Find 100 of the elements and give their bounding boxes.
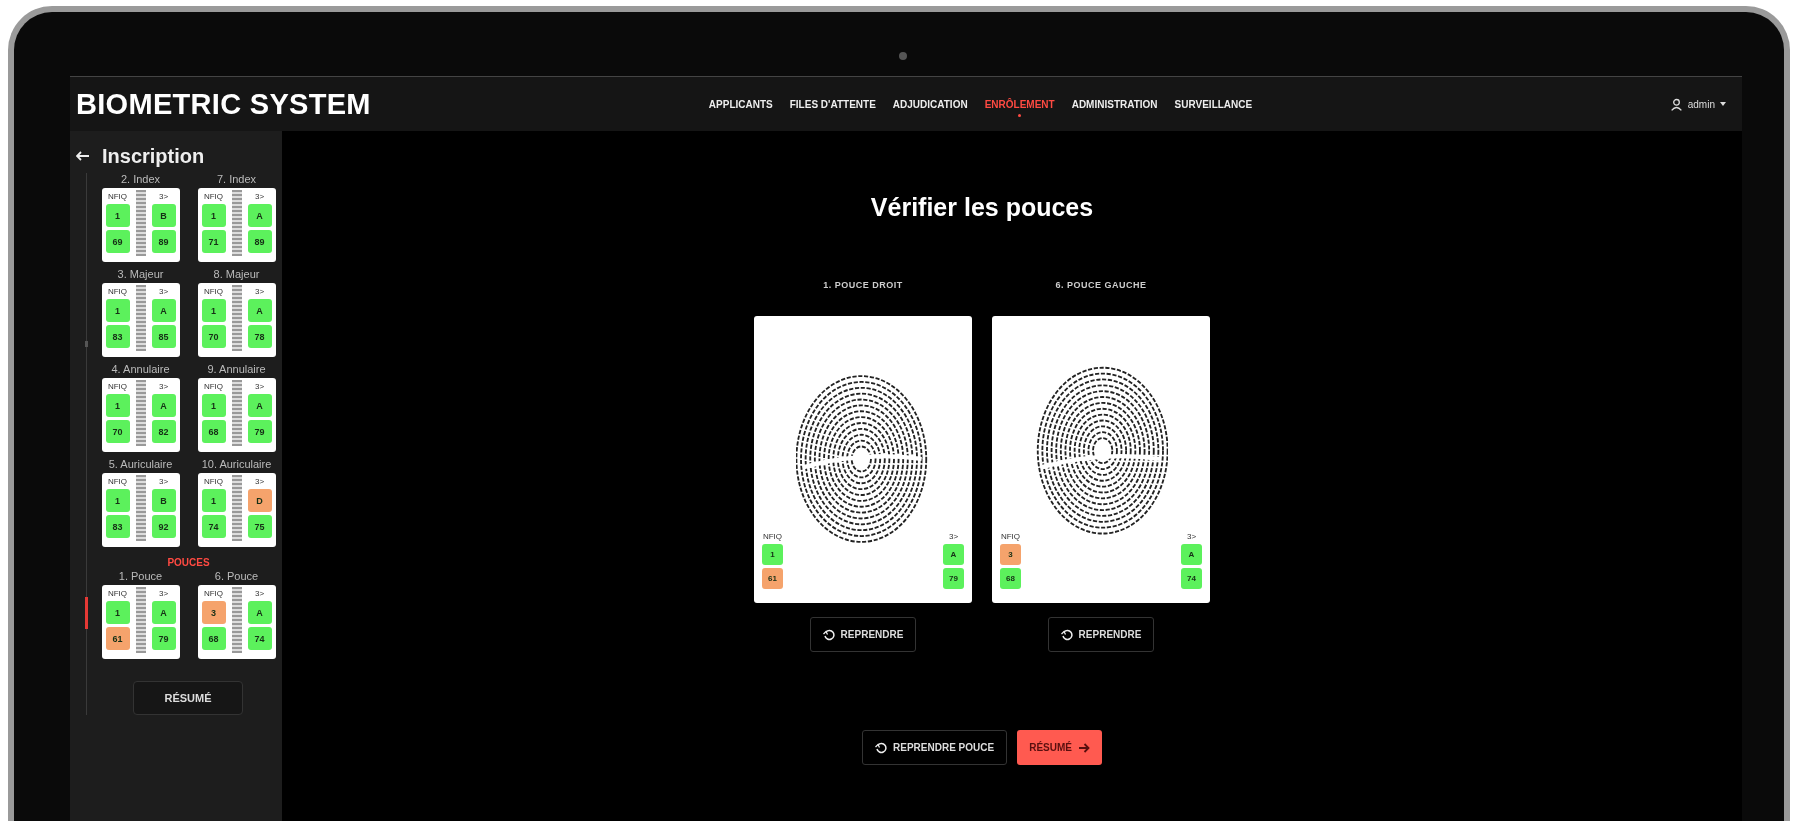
score-label: 3> bbox=[948, 532, 959, 541]
finger-label: 6. Pouce bbox=[214, 570, 259, 582]
finger-card[interactable]: NFIQ 1 70 3> A 82 bbox=[101, 378, 180, 452]
score-label: 3> bbox=[254, 589, 265, 598]
score-badge: 78 bbox=[247, 325, 272, 348]
score-label: NFIQ bbox=[203, 477, 224, 486]
score-badge: 82 bbox=[151, 420, 176, 443]
score-badge: A bbox=[151, 601, 176, 624]
score-badge: 74 bbox=[247, 627, 272, 650]
fingerprint-strip bbox=[231, 380, 242, 446]
score-label: NFIQ bbox=[1000, 532, 1021, 541]
finger-label: 8. Majeur bbox=[213, 268, 260, 280]
nav-tab[interactable]: APPLICANTS bbox=[708, 91, 773, 117]
fingerprint-strip bbox=[231, 190, 242, 256]
user-menu[interactable]: admin bbox=[1663, 96, 1732, 112]
fingerprint-strip bbox=[231, 587, 242, 653]
score-badge: 1 bbox=[201, 299, 226, 322]
score-badge: 74 bbox=[201, 515, 226, 538]
back-arrow-icon[interactable] bbox=[76, 151, 90, 161]
score-badge: 83 bbox=[105, 515, 130, 538]
retake-button[interactable]: REPRENDRE bbox=[1047, 617, 1155, 652]
score-label: NFIQ bbox=[107, 192, 128, 201]
user-icon bbox=[1669, 97, 1683, 111]
fingerprint-strip bbox=[135, 380, 146, 446]
score-badge: 61 bbox=[762, 568, 783, 589]
summary-button[interactable]: RÉSUMÉ bbox=[133, 681, 243, 715]
score-label: NFIQ bbox=[107, 382, 128, 391]
score-badge: D bbox=[247, 489, 272, 512]
retake-button[interactable]: REPRENDRE bbox=[809, 617, 917, 652]
score-badge: A bbox=[1181, 544, 1202, 565]
caret-icon bbox=[1720, 102, 1726, 106]
nav-tab[interactable]: FILES D'ATTENTE bbox=[789, 91, 876, 117]
finger-card[interactable]: NFIQ 1 71 3> A 89 bbox=[197, 188, 276, 262]
finger-label: 2. Index bbox=[120, 173, 161, 185]
score-label: 3> bbox=[158, 382, 169, 391]
score-label: NFIQ bbox=[203, 192, 224, 201]
score-label: 3> bbox=[158, 192, 169, 201]
score-badge: B bbox=[151, 204, 176, 227]
refresh-icon bbox=[875, 741, 888, 754]
fingerprint-strip bbox=[135, 475, 146, 541]
summary-button[interactable]: RÉSUMÉ bbox=[1017, 730, 1102, 765]
finger-label: 9. Annulaire bbox=[207, 363, 266, 375]
score-label: NFIQ bbox=[762, 532, 783, 541]
score-label: 3> bbox=[158, 287, 169, 296]
finger-card[interactable]: NFIQ 1 68 3> A 79 bbox=[197, 378, 276, 452]
score-badge: 1 bbox=[201, 394, 226, 417]
score-badge: 92 bbox=[151, 515, 176, 538]
nav-tab[interactable]: ENRÔLEMENT bbox=[984, 91, 1055, 117]
finger-card[interactable]: NFIQ 1 83 3> A 85 bbox=[101, 283, 180, 357]
score-badge: 74 bbox=[1181, 568, 1202, 589]
score-label: 3> bbox=[254, 477, 265, 486]
finger-label: 5. Auriculaire bbox=[108, 458, 173, 470]
retake-button[interactable]: REPRENDRE POUCE bbox=[862, 730, 1008, 765]
fingerprint-strip bbox=[135, 285, 146, 351]
score-badge: 1 bbox=[762, 544, 783, 565]
score-badge: A bbox=[247, 299, 272, 322]
score-badge: 1 bbox=[105, 299, 130, 322]
score-label: 3> bbox=[254, 192, 265, 201]
score-badge: A bbox=[943, 544, 964, 565]
score-label: NFIQ bbox=[107, 589, 128, 598]
score-badge: A bbox=[151, 394, 176, 417]
section-heading: POUCES bbox=[167, 557, 210, 568]
score-badge: 68 bbox=[1000, 568, 1021, 589]
score-badge: 75 bbox=[247, 515, 272, 538]
score-badge: 1 bbox=[201, 489, 226, 512]
score-badge: 70 bbox=[201, 325, 226, 348]
finger-label: 1. Pouce bbox=[118, 570, 163, 582]
finger-label: 4. Annulaire bbox=[111, 363, 170, 375]
finger-card[interactable]: NFIQ 1 61 3> A 79 bbox=[101, 585, 180, 659]
score-badge: A bbox=[151, 299, 176, 322]
finger-card[interactable]: NFIQ 1 74 3> D 75 bbox=[197, 473, 276, 547]
thumb-label: 6. POUCE GAUCHE bbox=[1055, 280, 1147, 290]
fingerprint-strip bbox=[231, 475, 242, 541]
score-badge: A bbox=[247, 394, 272, 417]
score-badge: 68 bbox=[201, 420, 226, 443]
score-badge: 79 bbox=[151, 627, 176, 650]
score-badge: 3 bbox=[1000, 544, 1021, 565]
score-badge: 1 bbox=[105, 204, 130, 227]
score-badge: 1 bbox=[201, 204, 226, 227]
score-badge: 83 bbox=[105, 325, 130, 348]
score-badge: 3 bbox=[201, 601, 226, 624]
score-badge: 69 bbox=[105, 230, 130, 253]
refresh-icon bbox=[822, 628, 835, 641]
score-badge: A bbox=[247, 204, 272, 227]
finger-label: 7. Index bbox=[216, 173, 257, 185]
score-badge: 85 bbox=[151, 325, 176, 348]
finger-card[interactable]: NFIQ 1 69 3> B 89 bbox=[101, 188, 180, 262]
score-label: 3> bbox=[254, 382, 265, 391]
nav-tab[interactable]: SURVEILLANCE bbox=[1174, 91, 1253, 117]
app-title: BIOMETRIC SYSTEM bbox=[76, 87, 371, 121]
finger-card[interactable]: NFIQ 1 83 3> B 92 bbox=[101, 473, 180, 547]
page-title: Vérifier les pouces bbox=[870, 193, 1094, 222]
score-badge: 68 bbox=[201, 627, 226, 650]
score-label: 3> bbox=[158, 477, 169, 486]
score-badge: A bbox=[247, 601, 272, 624]
finger-label: 10. Auriculaire bbox=[201, 458, 272, 470]
nav-tab[interactable]: ADJUDICATION bbox=[892, 91, 968, 117]
nav-tab[interactable]: ADMINISTRATION bbox=[1071, 91, 1158, 117]
finger-card[interactable]: NFIQ 3 68 3> A 74 bbox=[197, 585, 276, 659]
finger-card[interactable]: NFIQ 1 70 3> A 78 bbox=[197, 283, 276, 357]
